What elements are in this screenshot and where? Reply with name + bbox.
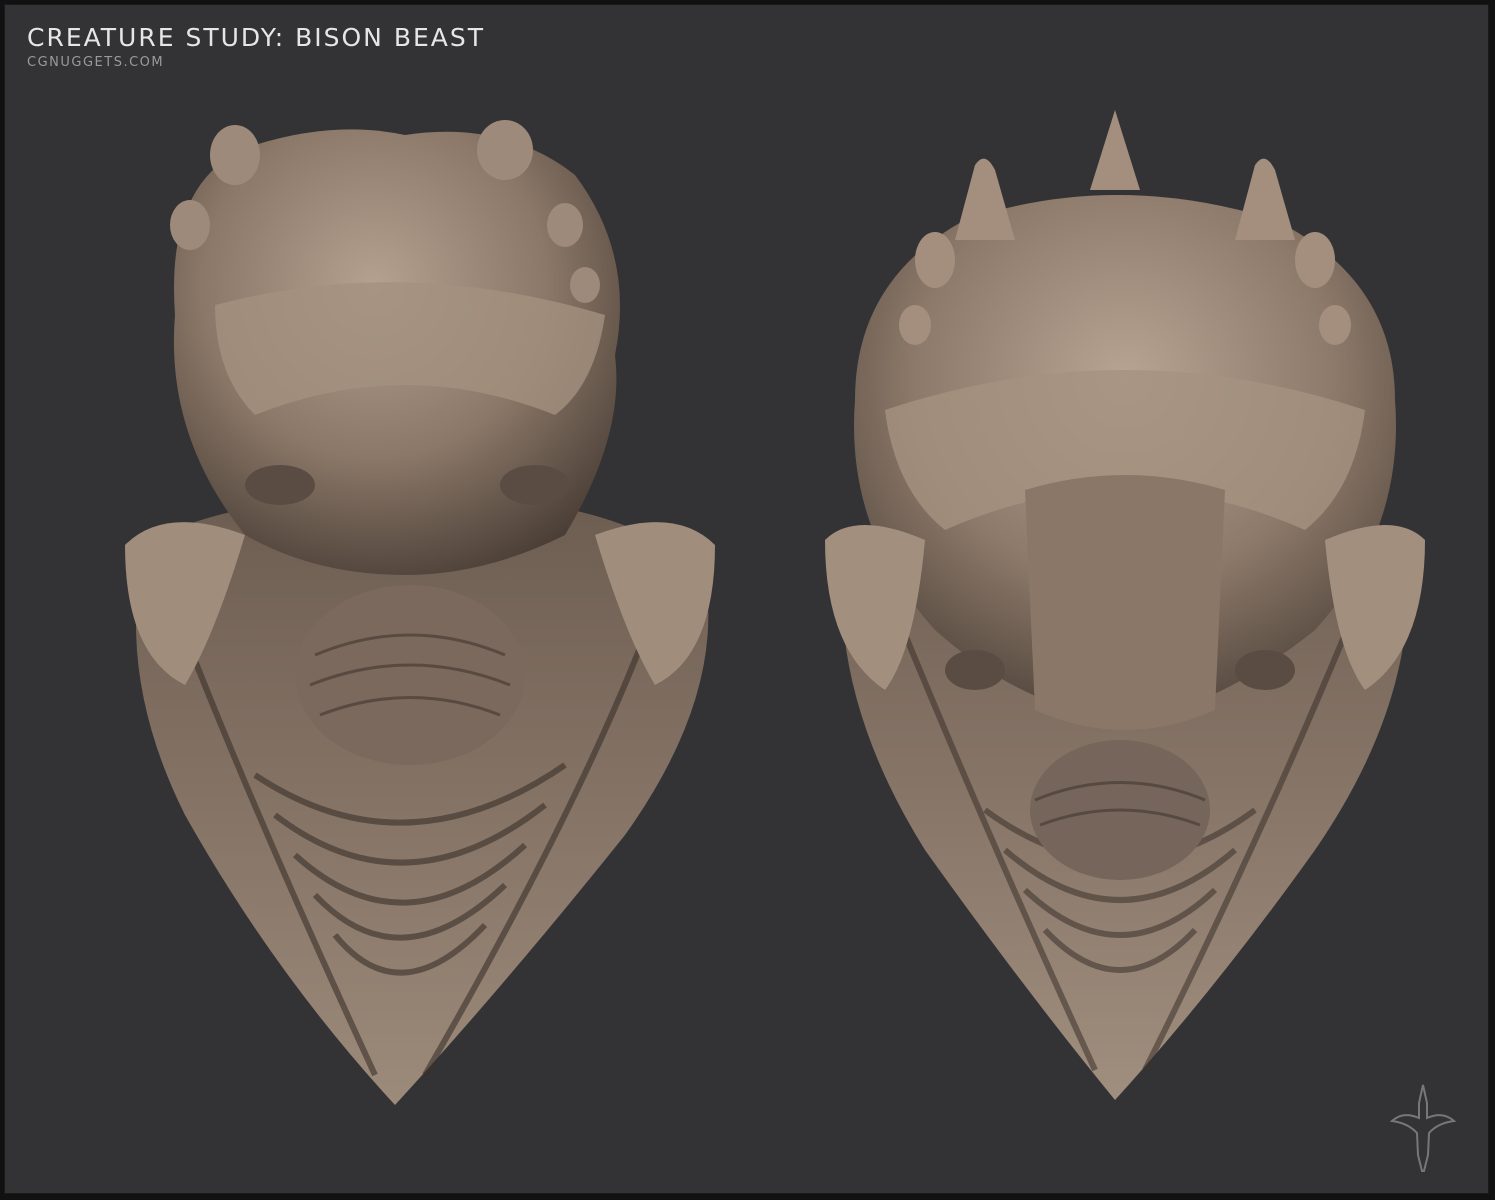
canvas-frame: Creature Study: Bison Beast CGNUGGETS.CO… xyxy=(4,4,1489,1194)
site-credit: CGNUGGETS.COM xyxy=(27,55,165,70)
bison-beast-front-render xyxy=(125,120,715,1105)
page-title: Creature Study: Bison Beast xyxy=(27,23,486,52)
bison-beast-top-render xyxy=(825,110,1425,1100)
creature-logo-icon xyxy=(1389,1084,1457,1172)
